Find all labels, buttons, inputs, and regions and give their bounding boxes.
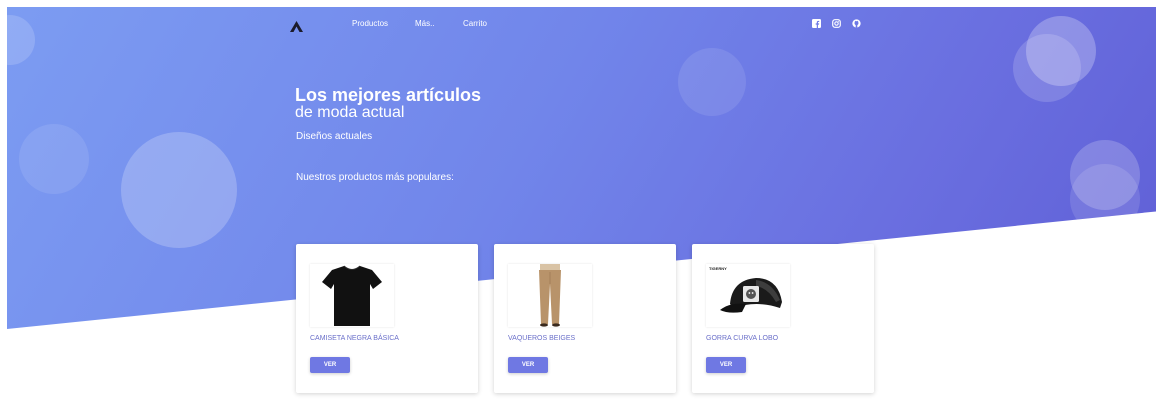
product-name: GORRA CURVA LOBO	[706, 335, 779, 342]
hero-subtitle: de moda actual	[295, 104, 405, 121]
popular-products-label: Nuestros productos más populares:	[296, 172, 454, 183]
github-icon[interactable]	[852, 19, 861, 28]
decorative-bubble	[1013, 34, 1081, 102]
product-card: TIGERNY GORRA CURVA LOBO VER	[692, 244, 874, 393]
cap-brand-label: TIGERNY	[709, 266, 727, 271]
nav-link-productos[interactable]: Productos	[352, 19, 388, 28]
product-card: VAQUEROS BEIGES VER	[494, 244, 676, 393]
product-name: CAMISETA NEGRA BÁSICA	[310, 335, 399, 342]
hero-title: Los mejores artículos	[295, 85, 482, 105]
product-image-beige-trousers[interactable]	[508, 264, 592, 327]
brand-logo-icon[interactable]	[290, 21, 303, 32]
product-name: VAQUEROS BEIGES	[508, 335, 576, 342]
product-image-black-tshirt[interactable]	[310, 264, 394, 327]
nav-link-mas[interactable]: Más..	[415, 19, 435, 28]
decorative-bubble	[121, 132, 237, 248]
nav-link-carrito[interactable]: Carrito	[463, 19, 487, 28]
instagram-icon[interactable]	[832, 19, 841, 28]
product-card: CAMISETA NEGRA BÁSICA VER	[296, 244, 478, 393]
decorative-bubble	[678, 48, 746, 116]
decorative-bubble	[1070, 164, 1140, 234]
hero-tagline: Diseños actuales	[296, 131, 373, 142]
product-image-wolf-cap[interactable]: TIGERNY	[706, 264, 790, 327]
facebook-icon[interactable]	[812, 19, 821, 28]
view-product-button[interactable]: VER	[706, 357, 746, 373]
view-product-button[interactable]: VER	[508, 357, 548, 373]
decorative-bubble	[19, 124, 89, 194]
view-product-button[interactable]: VER	[310, 357, 350, 373]
top-navbar: Productos Más.. Carrito	[0, 0, 1156, 40]
